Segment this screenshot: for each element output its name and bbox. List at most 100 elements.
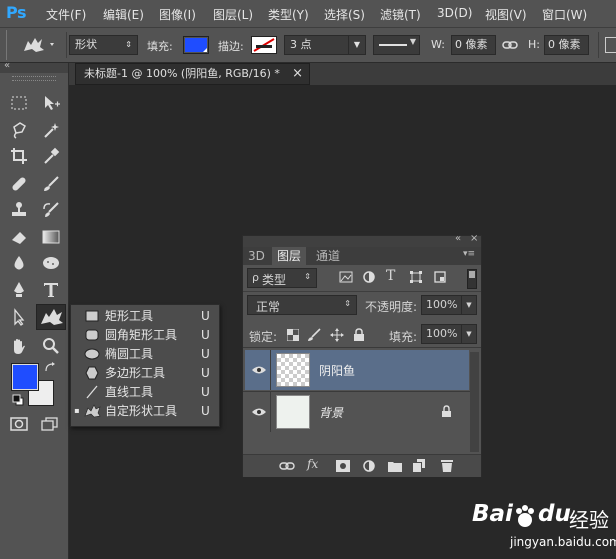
menu-3d[interactable]: 3D(D): [437, 6, 472, 20]
lock-transparent-icon[interactable]: [286, 328, 300, 342]
layer-mask-icon[interactable]: [336, 460, 350, 472]
gradient-tool[interactable]: [41, 227, 61, 247]
menu-window[interactable]: 窗口(W): [542, 6, 587, 23]
stroke-color-swatch[interactable]: [251, 36, 277, 54]
adjustment-layer-icon[interactable]: [363, 460, 375, 472]
blur-tool[interactable]: [9, 253, 29, 273]
screen-mode-icon[interactable]: [40, 417, 62, 431]
tab-layers[interactable]: 图层: [272, 247, 307, 265]
fill-label: 填充:: [389, 330, 418, 344]
menu-type[interactable]: 类型(Y): [268, 6, 309, 23]
default-colors-icon[interactable]: [12, 394, 24, 406]
filter-smart-object-icon[interactable]: [434, 271, 446, 283]
fill-color-swatch[interactable]: [183, 36, 209, 54]
close-panel-icon[interactable]: ×: [470, 233, 478, 244]
stroke-type-select[interactable]: ▼: [373, 35, 420, 55]
new-layer-icon[interactable]: [413, 459, 425, 472]
width-field[interactable]: 0 像素: [451, 35, 496, 55]
close-tab-icon[interactable]: ×: [292, 64, 303, 84]
flyout-item-rounded-rectangle[interactable]: 圆角矩形工具 U: [71, 325, 219, 344]
menu-image[interactable]: 图像(I): [159, 6, 196, 23]
filter-adjustment-icon[interactable]: [363, 271, 375, 283]
shortcut-key: U: [201, 403, 210, 418]
flyout-item-custom-shape[interactable]: ▪ 自定形状工具 U: [71, 401, 219, 420]
flyout-item-ellipse[interactable]: 椭圆工具 U: [71, 344, 219, 363]
menu-select[interactable]: 选择(S): [324, 6, 365, 23]
menu-file[interactable]: 文件(F): [46, 6, 86, 23]
layer-row[interactable]: 背景: [245, 392, 469, 432]
layer-row[interactable]: 阴阳鱼: [245, 350, 469, 390]
menu-layer[interactable]: 图层(L): [213, 6, 253, 23]
history-brush-tool[interactable]: [41, 200, 61, 220]
layers-scrollbar[interactable]: [470, 352, 479, 452]
new-group-icon[interactable]: [388, 460, 402, 472]
eye-icon[interactable]: [251, 406, 267, 418]
quick-mask-icon[interactable]: [10, 417, 28, 431]
updown-arrow-icon: ⇕: [304, 272, 311, 281]
eyedropper-tool[interactable]: [41, 146, 61, 166]
link-layers-icon[interactable]: [279, 460, 295, 472]
move-tool[interactable]: [41, 93, 61, 113]
filter-shape-icon[interactable]: [410, 271, 422, 283]
collapse-panel-icon[interactable]: «: [455, 233, 461, 244]
path-operations-icon[interactable]: [605, 37, 616, 53]
divider: [598, 32, 599, 58]
menu-edit[interactable]: 编辑(E): [103, 6, 144, 23]
type-tool[interactable]: [41, 280, 61, 300]
hand-tool[interactable]: [9, 336, 29, 356]
pen-tool[interactable]: [9, 280, 29, 300]
lock-pixels-icon[interactable]: [307, 328, 321, 342]
fill-opacity-field[interactable]: 100% ▼: [421, 324, 477, 344]
path-selection-tool[interactable]: [9, 307, 29, 327]
gradient-icon: [42, 230, 60, 244]
menu-view[interactable]: 视图(V): [485, 6, 527, 23]
filter-type-icon[interactable]: T: [386, 268, 395, 284]
filter-pixel-icon[interactable]: [339, 271, 353, 283]
magic-wand-tool[interactable]: [41, 120, 61, 140]
swap-colors-icon[interactable]: [44, 361, 58, 373]
divider: [270, 392, 271, 432]
tools-panel-header: «: [0, 60, 68, 73]
foreground-color-swatch[interactable]: [11, 363, 39, 391]
marquee-tool[interactable]: [9, 93, 29, 113]
healing-brush-tool[interactable]: [9, 174, 29, 194]
crop-tool[interactable]: [9, 146, 29, 166]
height-field[interactable]: 0 像素: [544, 35, 589, 55]
divider: [66, 32, 67, 58]
eraser-tool[interactable]: [9, 227, 29, 247]
flyout-item-polygon[interactable]: 多边形工具 U: [71, 363, 219, 382]
trash-icon[interactable]: [441, 459, 453, 472]
layer-filter-select[interactable]: ρ 类型 ⇕: [247, 268, 317, 288]
stroke-width-field[interactable]: 3 点 ▼: [284, 35, 366, 55]
flyout-item-rectangle[interactable]: 矩形工具 U: [71, 306, 219, 325]
shape-mode-select[interactable]: 形状 ⇕: [69, 35, 138, 55]
custom-shape-tool[interactable]: [36, 304, 66, 330]
zoom-tool[interactable]: [41, 336, 61, 356]
brush-tool[interactable]: [41, 174, 61, 194]
dodge-tool[interactable]: [41, 253, 61, 273]
document-tab[interactable]: 未标题-1 @ 100% (阴阳鱼, RGB/16) * ×: [75, 63, 310, 85]
magnifier-icon: [43, 338, 59, 354]
collapse-icon[interactable]: «: [4, 60, 10, 71]
clone-stamp-tool[interactable]: [9, 200, 29, 220]
flyout-item-line[interactable]: 直线工具 U: [71, 382, 219, 401]
menu-filter[interactable]: 滤镜(T): [380, 6, 421, 23]
lasso-tool[interactable]: [9, 120, 29, 140]
tab-channels[interactable]: 通道: [311, 247, 345, 265]
opacity-field[interactable]: 100% ▼: [421, 295, 477, 315]
lock-all-icon[interactable]: [353, 328, 365, 342]
type-icon: [44, 283, 58, 297]
filter-toggle-switch[interactable]: [467, 269, 477, 289]
layer-effects-icon[interactable]: fx: [307, 457, 318, 471]
lock-label: 锁定:: [249, 330, 278, 344]
lock-position-icon[interactable]: [330, 328, 344, 342]
opacity-value: 100%: [426, 298, 458, 311]
eye-icon[interactable]: [251, 364, 267, 376]
sponge-icon: [43, 257, 59, 269]
selected-bullet-icon: ▪: [74, 406, 80, 415]
panel-menu-icon[interactable]: ▾≡: [463, 249, 475, 259]
tab-3d[interactable]: 3D: [243, 247, 270, 265]
blend-mode-select[interactable]: 正常 ⇕: [247, 295, 357, 315]
link-icon[interactable]: [502, 38, 518, 52]
tool-preset-picker[interactable]: [18, 33, 60, 57]
